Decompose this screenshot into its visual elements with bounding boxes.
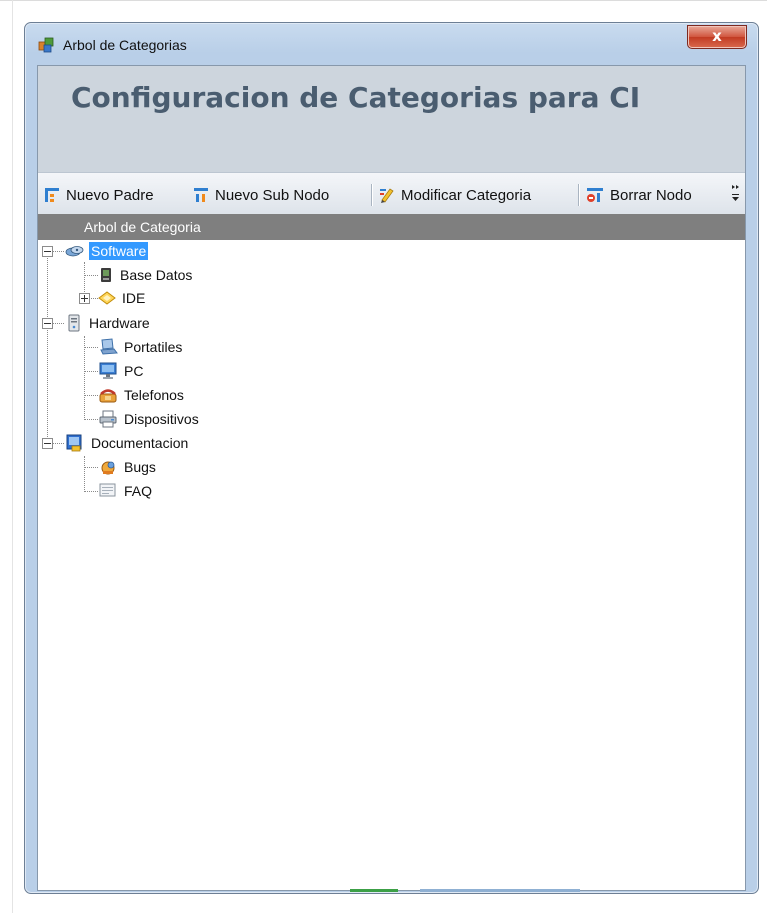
new-parent-icon bbox=[45, 188, 59, 202]
tree-connector bbox=[84, 371, 98, 372]
tree-node-bugs[interactable]: Bugs bbox=[98, 456, 158, 478]
tree-connector bbox=[84, 336, 85, 420]
new-subnode-icon bbox=[194, 188, 208, 202]
tree-connector bbox=[84, 456, 85, 492]
close-button[interactable]: x bbox=[687, 25, 747, 49]
toolbar-separator bbox=[371, 184, 372, 206]
title-bar[interactable]: Arbol de Categorias x bbox=[25, 23, 758, 65]
tree-connector bbox=[52, 443, 64, 444]
monitor-icon bbox=[99, 362, 117, 379]
edit-icon bbox=[380, 188, 394, 203]
ide-icon bbox=[98, 291, 116, 305]
collapse-toggle[interactable] bbox=[42, 246, 53, 257]
faq-icon bbox=[99, 483, 116, 497]
new-parent-button[interactable]: Nuevo Padre bbox=[44, 183, 154, 207]
documentation-icon bbox=[66, 434, 82, 452]
dialog-window: Arbol de Categorias x Configuracion de C… bbox=[24, 22, 759, 894]
printer-icon bbox=[99, 410, 117, 428]
resize-indicator bbox=[420, 889, 580, 892]
app-icon bbox=[38, 37, 54, 53]
page-left-border bbox=[12, 0, 13, 913]
tree-node-base-datos[interactable]: Base Datos bbox=[98, 264, 194, 286]
tree-node-telefonos[interactable]: Telefonos bbox=[98, 384, 186, 406]
tree-node-label: Base Datos bbox=[120, 267, 193, 283]
resize-indicator bbox=[350, 889, 398, 892]
tree-node-label: Telefonos bbox=[124, 387, 184, 403]
tree-connector bbox=[52, 323, 64, 324]
edit-category-label: Modificar Categoria bbox=[401, 186, 532, 204]
delete-node-button[interactable]: Borrar Nodo bbox=[586, 183, 692, 207]
tree-connector bbox=[84, 395, 98, 396]
toolbar: Nuevo Padre Nuevo Sub Nodo Modificar Cat… bbox=[38, 172, 745, 215]
tree-node-label: Hardware bbox=[89, 315, 150, 331]
tree-node-portatiles[interactable]: Portatiles bbox=[98, 336, 184, 358]
tree-connector bbox=[89, 298, 98, 299]
delete-node-label: Borrar Nodo bbox=[610, 186, 692, 204]
tree-node-faq[interactable]: FAQ bbox=[98, 480, 154, 502]
tree-node-label: PC bbox=[124, 363, 144, 379]
tree-node-pc[interactable]: PC bbox=[98, 360, 145, 382]
tree-node-label: Bugs bbox=[124, 459, 156, 475]
new-subnode-label: Nuevo Sub Nodo bbox=[215, 186, 330, 204]
category-tree[interactable]: Software Base Datos IDE Hardware Portati… bbox=[38, 240, 745, 890]
header-panel: Configuracion de Categorias para CI bbox=[38, 66, 745, 172]
tree-connector bbox=[47, 251, 48, 443]
software-icon bbox=[65, 246, 84, 257]
window-bottom-edge bbox=[25, 889, 758, 893]
collapse-toggle[interactable] bbox=[42, 438, 53, 449]
tree-node-hardware[interactable]: Hardware bbox=[65, 312, 152, 334]
delete-node-icon bbox=[587, 188, 603, 202]
phone-icon bbox=[99, 389, 117, 403]
toolbar-separator bbox=[578, 184, 579, 206]
database-icon bbox=[101, 268, 111, 282]
tree-node-label: Portatiles bbox=[124, 339, 183, 355]
bugs-icon bbox=[101, 461, 115, 475]
window-title: Arbol de Categorias bbox=[63, 37, 187, 53]
tree-node-ide[interactable]: IDE bbox=[98, 287, 147, 309]
tree-node-label: IDE bbox=[122, 290, 146, 306]
tree-node-label: Documentacion bbox=[91, 435, 189, 451]
tree-connector bbox=[84, 419, 98, 420]
expand-toggle[interactable] bbox=[79, 293, 90, 304]
new-subnode-button[interactable]: Nuevo Sub Nodo bbox=[193, 183, 329, 207]
tree-node-label: Software bbox=[89, 242, 149, 260]
laptop-icon bbox=[100, 338, 118, 355]
new-parent-label: Nuevo Padre bbox=[66, 186, 154, 204]
tree-node-label: Dispositivos bbox=[124, 411, 199, 427]
toolbar-overflow-icon[interactable] bbox=[730, 179, 741, 209]
tree-node-software[interactable]: Software bbox=[65, 240, 149, 262]
client-area: Configuracion de Categorias para CI Nuev… bbox=[37, 65, 746, 891]
tree-connector bbox=[84, 347, 98, 348]
page-title: Configuracion de Categorias para CI bbox=[71, 81, 641, 114]
tree-header-label: Arbol de Categoria bbox=[84, 219, 201, 235]
tree-node-dispositivos[interactable]: Dispositivos bbox=[98, 408, 201, 430]
collapse-toggle[interactable] bbox=[42, 318, 53, 329]
close-icon: x bbox=[712, 27, 722, 45]
tree-header: Arbol de Categoria bbox=[38, 214, 745, 240]
edit-category-button[interactable]: Modificar Categoria bbox=[379, 183, 531, 207]
tree-connector bbox=[84, 491, 98, 492]
tree-connector bbox=[52, 251, 64, 252]
tree-node-label: FAQ bbox=[124, 483, 153, 499]
tree-node-documentacion[interactable]: Documentacion bbox=[65, 432, 190, 454]
page-top-border bbox=[0, 0, 767, 1]
tree-connector bbox=[84, 467, 98, 468]
hardware-icon bbox=[68, 314, 80, 332]
tree-connector bbox=[84, 275, 98, 276]
